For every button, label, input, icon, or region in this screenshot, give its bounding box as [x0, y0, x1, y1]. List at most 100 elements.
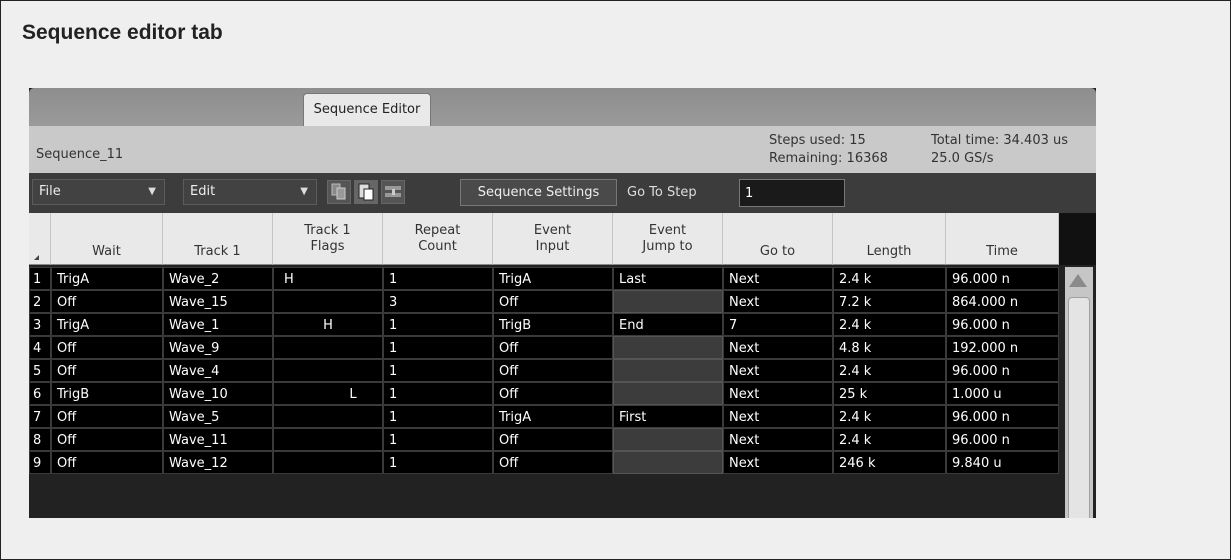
flags-cell[interactable]: H	[273, 313, 383, 336]
event-input-cell[interactable]: Off	[493, 359, 613, 382]
flags-cell[interactable]	[273, 428, 383, 451]
go-to-cell[interactable]: Next	[723, 267, 833, 290]
jump-to-cell[interactable]	[613, 290, 723, 313]
flags-cell[interactable]: H	[273, 267, 383, 290]
repeat-cell[interactable]: 1	[383, 382, 493, 405]
wait-cell[interactable]: Off	[51, 336, 163, 359]
go-to-cell[interactable]: 7	[723, 313, 833, 336]
flags-cell[interactable]	[273, 405, 383, 428]
goto-step-input[interactable]	[739, 179, 845, 207]
row-number[interactable]: 4	[29, 336, 51, 359]
time-cell[interactable]: 96.000 n	[946, 313, 1059, 336]
time-cell[interactable]: 192.000 n	[946, 336, 1059, 359]
jump-to-cell[interactable]	[613, 451, 723, 474]
column-header[interactable]: Track 1 Flags	[273, 213, 383, 265]
go-to-cell[interactable]: Next	[723, 382, 833, 405]
row-number[interactable]: 8	[29, 428, 51, 451]
go-to-cell[interactable]: Next	[723, 451, 833, 474]
go-to-cell[interactable]: Next	[723, 336, 833, 359]
length-cell[interactable]: 2.4 k	[833, 359, 946, 382]
jump-to-cell[interactable]	[613, 428, 723, 451]
repeat-cell[interactable]: 1	[383, 336, 493, 359]
scrollbar-thumb[interactable]	[1068, 297, 1090, 518]
event-input-cell[interactable]: TrigA	[493, 405, 613, 428]
flags-cell[interactable]	[273, 336, 383, 359]
wait-cell[interactable]: TrigA	[51, 313, 163, 336]
column-header[interactable]: Time	[946, 213, 1059, 265]
length-cell[interactable]: 4.8 k	[833, 336, 946, 359]
scroll-up-icon[interactable]	[1069, 274, 1087, 287]
track-cell[interactable]: Wave_10	[163, 382, 273, 405]
track-cell[interactable]: Wave_5	[163, 405, 273, 428]
edit-dropdown[interactable]: Edit ▼	[183, 179, 317, 205]
event-input-cell[interactable]: Off	[493, 428, 613, 451]
length-cell[interactable]: 2.4 k	[833, 313, 946, 336]
column-header[interactable]: Event Input	[493, 213, 613, 265]
event-input-cell[interactable]: TrigA	[493, 267, 613, 290]
insert-step-icon[interactable]	[381, 180, 405, 204]
column-header[interactable]: Repeat Count	[383, 213, 493, 265]
length-cell[interactable]: 2.4 k	[833, 428, 946, 451]
time-cell[interactable]: 96.000 n	[946, 428, 1059, 451]
length-cell[interactable]: 25 k	[833, 382, 946, 405]
vertical-scrollbar[interactable]	[1065, 267, 1093, 518]
go-to-cell[interactable]: Next	[723, 290, 833, 313]
row-number[interactable]: 9	[29, 451, 51, 474]
go-to-cell[interactable]: Next	[723, 405, 833, 428]
corner-select-icon[interactable]	[34, 255, 39, 260]
event-input-cell[interactable]: Off	[493, 336, 613, 359]
track-cell[interactable]: Wave_2	[163, 267, 273, 290]
wait-cell[interactable]: TrigB	[51, 382, 163, 405]
wait-cell[interactable]: Off	[51, 451, 163, 474]
column-header[interactable]: Length	[833, 213, 946, 265]
time-cell[interactable]: 1.000 u	[946, 382, 1059, 405]
wait-cell[interactable]: Off	[51, 428, 163, 451]
flags-cell[interactable]	[273, 290, 383, 313]
column-header[interactable]: Wait	[51, 213, 163, 265]
track-cell[interactable]: Wave_12	[163, 451, 273, 474]
flags-cell[interactable]	[273, 359, 383, 382]
event-input-cell[interactable]: Off	[493, 290, 613, 313]
repeat-cell[interactable]: 1	[383, 405, 493, 428]
event-input-cell[interactable]: TrigB	[493, 313, 613, 336]
wait-cell[interactable]: Off	[51, 359, 163, 382]
wait-cell[interactable]: Off	[51, 405, 163, 428]
track-cell[interactable]: Wave_4	[163, 359, 273, 382]
go-to-cell[interactable]: Next	[723, 359, 833, 382]
column-header[interactable]: Track 1	[163, 213, 273, 265]
row-number[interactable]: 6	[29, 382, 51, 405]
track-cell[interactable]: Wave_1	[163, 313, 273, 336]
row-number[interactable]: 3	[29, 313, 51, 336]
track-cell[interactable]: Wave_15	[163, 290, 273, 313]
repeat-cell[interactable]: 1	[383, 313, 493, 336]
jump-to-cell[interactable]	[613, 359, 723, 382]
flags-cell[interactable]	[273, 451, 383, 474]
repeat-cell[interactable]: 1	[383, 267, 493, 290]
wait-cell[interactable]: Off	[51, 290, 163, 313]
jump-to-cell[interactable]	[613, 382, 723, 405]
copy-steps-icon[interactable]	[327, 180, 351, 204]
track-cell[interactable]: Wave_11	[163, 428, 273, 451]
time-cell[interactable]: 9.840 u	[946, 451, 1059, 474]
event-input-cell[interactable]: Off	[493, 382, 613, 405]
tab-sequence-editor[interactable]: Sequence Editor	[303, 93, 431, 126]
time-cell[interactable]: 96.000 n	[946, 267, 1059, 290]
time-cell[interactable]: 96.000 n	[946, 405, 1059, 428]
jump-to-cell[interactable]: Last	[613, 267, 723, 290]
row-number[interactable]: 2	[29, 290, 51, 313]
length-cell[interactable]: 246 k	[833, 451, 946, 474]
length-cell[interactable]: 2.4 k	[833, 405, 946, 428]
time-cell[interactable]: 864.000 n	[946, 290, 1059, 313]
wait-cell[interactable]: TrigA	[51, 267, 163, 290]
repeat-cell[interactable]: 1	[383, 359, 493, 382]
sequence-settings-button[interactable]: Sequence Settings	[460, 179, 617, 206]
file-dropdown[interactable]: File ▼	[32, 179, 165, 205]
column-header[interactable]	[29, 213, 51, 265]
row-number[interactable]: 7	[29, 405, 51, 428]
go-to-cell[interactable]: Next	[723, 428, 833, 451]
flags-cell[interactable]: L	[273, 382, 383, 405]
column-header[interactable]: Go to	[723, 213, 833, 265]
column-header[interactable]: Event Jump to	[613, 213, 723, 265]
paste-steps-icon[interactable]	[354, 180, 378, 204]
time-cell[interactable]: 96.000 n	[946, 359, 1059, 382]
